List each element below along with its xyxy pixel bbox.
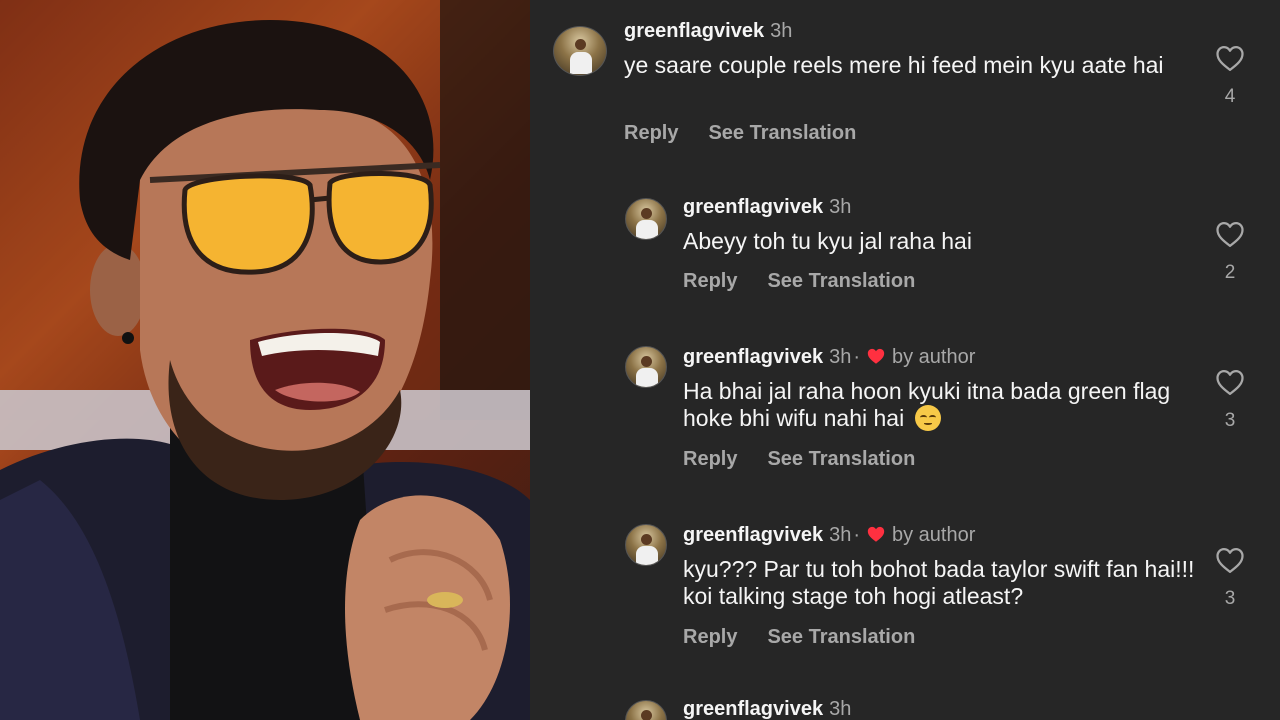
heart-filled-icon	[867, 348, 885, 364]
like-button[interactable]: 3	[1212, 368, 1248, 432]
see-translation-button[interactable]: See Translation	[708, 122, 856, 144]
comment-meta: greenflagvivek 3h · by author	[683, 346, 975, 369]
username[interactable]: greenflagvivek	[683, 524, 823, 546]
comment-meta: greenflagvivek 3h	[624, 20, 792, 43]
comment-item: greenflagvivek 3h ye saare couple reels m…	[530, 0, 1280, 150]
reply-button[interactable]: Reply	[683, 448, 737, 470]
reply-item: greenflagvivek 3h · by author Ha bhai jal r…	[530, 330, 1280, 480]
reply-item: greenflagvivek 3h · by author kyu??? Par tu…	[530, 508, 1280, 658]
reply-item: greenflagvivek 3h Abeyy toh tu kyu jal ra…	[530, 180, 1280, 310]
avatar[interactable]	[553, 26, 607, 76]
avatar[interactable]	[625, 700, 667, 720]
reply-item: greenflagvivek 3h	[530, 684, 1280, 720]
reply-button[interactable]: Reply	[624, 122, 678, 144]
avatar[interactable]	[625, 198, 667, 240]
avatar[interactable]	[625, 524, 667, 566]
comment-actions: Reply See Translation	[683, 270, 915, 293]
see-translation-button[interactable]: See Translation	[767, 448, 915, 470]
like-button[interactable]: 3	[1212, 546, 1248, 610]
reply-button[interactable]: Reply	[683, 270, 737, 292]
username[interactable]: greenflagvivek	[624, 20, 764, 42]
comment-time: 3h	[829, 524, 852, 546]
comment-actions: Reply See Translation	[683, 448, 915, 471]
comment-meta: greenflagvivek 3h · by author	[683, 524, 975, 547]
like-count: 2	[1224, 262, 1236, 283]
comment-time: 3h	[829, 698, 852, 720]
photo-illustration	[0, 0, 530, 720]
comment-text: Ha bhai jal raha hoon kyuki itna bada gr…	[683, 378, 1183, 432]
heart-outline-icon	[1216, 222, 1244, 247]
username[interactable]: greenflagvivek	[683, 196, 823, 218]
heart-filled-icon	[867, 526, 885, 542]
comment-actions: Reply See Translation	[683, 626, 915, 649]
comment-time: 3h	[770, 20, 793, 42]
pensive-face-icon	[914, 405, 941, 431]
heart-outline-icon	[1216, 548, 1244, 573]
avatar[interactable]	[625, 346, 667, 388]
comment-text: Abeyy toh tu kyu jal raha hai	[683, 228, 972, 254]
by-author-label: by author	[892, 524, 976, 546]
see-translation-button[interactable]: See Translation	[767, 270, 915, 292]
like-button[interactable]: 2	[1212, 220, 1248, 284]
like-count: 4	[1224, 86, 1236, 107]
comment-text: kyu??? Par tu toh bohot bada taylor swif…	[683, 556, 1195, 609]
see-translation-button[interactable]: See Translation	[767, 626, 915, 648]
heart-outline-icon	[1216, 370, 1244, 395]
by-author-label: by author	[892, 346, 976, 368]
like-count: 3	[1224, 588, 1236, 609]
meta-separator: ·	[853, 346, 860, 368]
comment-text: ye saare couple reels mere hi feed mein …	[624, 52, 1164, 78]
comments-panel: greenflagvivek 3h ye saare couple reels m…	[530, 0, 1280, 720]
like-button[interactable]: 4	[1212, 44, 1248, 108]
username[interactable]: greenflagvivek	[683, 698, 823, 720]
comment-meta: greenflagvivek 3h	[683, 698, 851, 720]
like-count: 3	[1224, 410, 1236, 431]
meta-separator: ·	[853, 524, 860, 546]
heart-outline-icon	[1216, 46, 1244, 71]
laughing-man-photo	[0, 0, 530, 720]
comment-time: 3h	[829, 196, 852, 218]
comment-meta: greenflagvivek 3h	[683, 196, 851, 219]
comment-time: 3h	[829, 346, 852, 368]
username[interactable]: greenflagvivek	[683, 346, 823, 368]
reply-button[interactable]: Reply	[683, 626, 737, 648]
comment-actions: Reply See Translation	[624, 122, 856, 145]
